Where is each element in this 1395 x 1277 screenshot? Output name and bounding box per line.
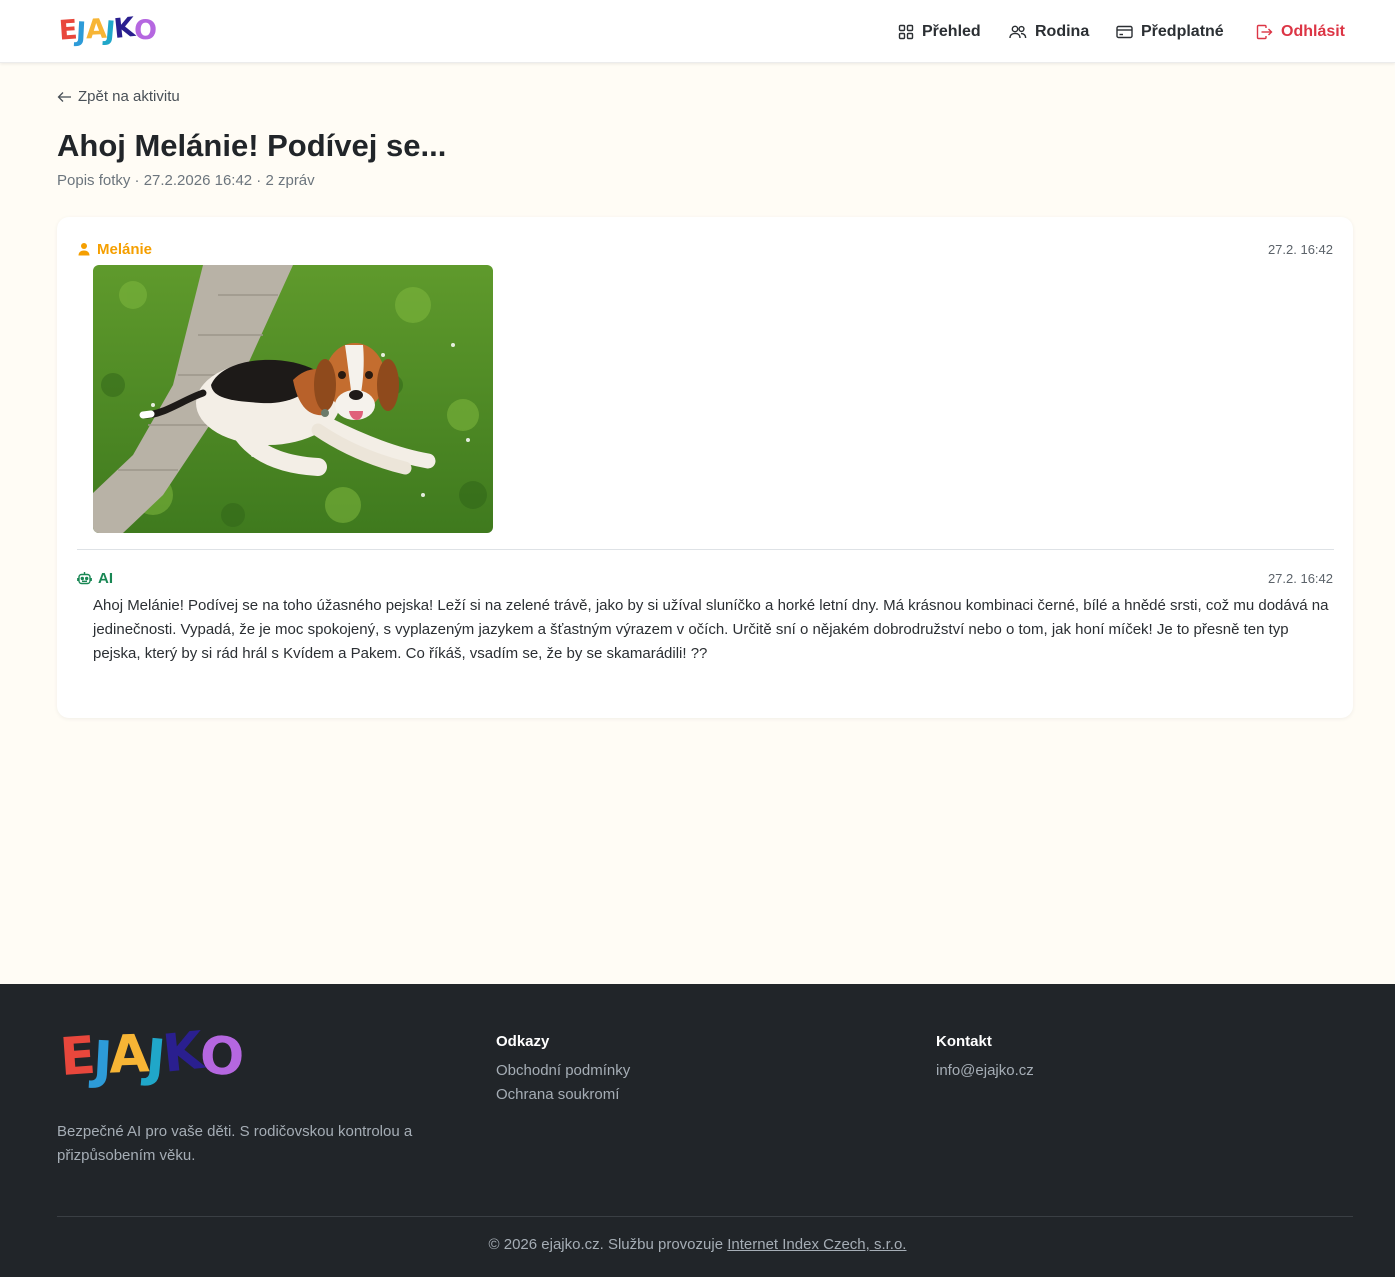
user-author: Melánie — [77, 241, 152, 258]
footer-divider — [57, 1216, 1353, 1217]
conversation-card: Melánie 27.2. 16:42 AI 27.2. 16:42 Ahoj … — [57, 217, 1353, 718]
contact-email-link[interactable]: info@ejajko.cz — [936, 1062, 1034, 1079]
logo-letter: A — [107, 1024, 148, 1086]
terms-link[interactable]: Obchodní podmínky — [496, 1062, 630, 1079]
back-link-label: Zpět na aktivitu — [78, 88, 180, 105]
conversation-meta: Popis fotky · 27.2.2026 16:42 · 2 zpráv — [57, 172, 315, 189]
nav-overview[interactable]: Přehled — [898, 20, 981, 44]
operator-link[interactable]: Internet Index Czech, s.r.o. — [727, 1236, 906, 1253]
ai-message-header: AI 27.2. 16:42 — [77, 568, 1333, 588]
logo-letter: E — [57, 1025, 95, 1089]
page-title: Ahoj Melánie! Podívej se... — [57, 128, 447, 163]
logo-letter: O — [133, 14, 157, 47]
top-navbar: EJAJKO Přehled Rodina Předplatné Odhlási… — [0, 0, 1395, 63]
people-icon — [1009, 25, 1027, 39]
person-icon — [78, 243, 90, 256]
nav-subscription-label: Předplatné — [1141, 23, 1224, 40]
nav-family-label: Rodina — [1035, 23, 1090, 40]
brand-logo[interactable]: EJAJKO — [58, 12, 157, 48]
footer-brand-logo: EJAJKO — [57, 1021, 243, 1092]
logo-letter: K — [159, 1021, 203, 1085]
logo-letter: A — [84, 13, 106, 46]
footer-contact-heading: Kontakt — [936, 1033, 992, 1050]
ai-message-text: Ahoj Melánie! Podívej se na toho úžasnéh… — [93, 597, 1329, 662]
back-to-activity-link[interactable]: Zpět na aktivitu — [57, 88, 180, 105]
ai-author-name: AI — [98, 569, 113, 587]
footer-tagline: Bezpečné AI pro vaše děti. S rodičovskou… — [57, 1123, 413, 1164]
copyright-prefix: © 2026 ejajko.cz. Službu provozuje — [488, 1236, 728, 1253]
nav-overview-label: Přehled — [922, 23, 981, 40]
logout-button[interactable]: Odhlásit — [1256, 20, 1345, 44]
ai-message-time: 27.2. 16:42 — [1267, 570, 1333, 586]
beagle-photo[interactable] — [93, 265, 493, 533]
nav-subscription[interactable]: Předplatné — [1116, 20, 1224, 44]
grid-icon — [898, 24, 914, 40]
copyright-text: © 2026 ejajko.cz. Službu provozuje Inter… — [0, 1236, 1395, 1253]
logout-label: Odhlásit — [1281, 23, 1346, 40]
logo-letter: O — [198, 1026, 243, 1088]
footer-links-heading: Odkazy — [496, 1033, 550, 1050]
user-author-name: Melánie — [97, 240, 153, 258]
arrow-left-icon — [57, 91, 71, 102]
robot-icon — [77, 571, 92, 584]
ai-author: AI — [77, 570, 113, 587]
credit-card-icon — [1116, 25, 1133, 39]
nav-family[interactable]: Rodina — [1009, 20, 1089, 44]
site-footer: EJAJKO Bezpečné AI pro vaše děti. S rodi… — [0, 984, 1395, 1277]
logout-icon — [1256, 24, 1273, 40]
user-message-time: 27.2. 16:42 — [1267, 241, 1333, 257]
message-divider — [77, 549, 1334, 550]
privacy-link[interactable]: Ochrana soukromí — [496, 1086, 619, 1103]
user-message-header: Melánie 27.2. 16:42 — [77, 239, 1333, 259]
